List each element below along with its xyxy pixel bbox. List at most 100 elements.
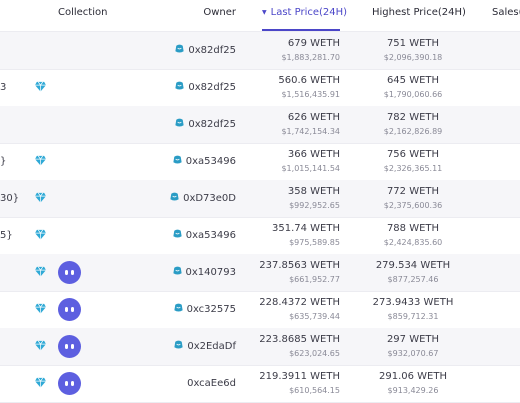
owner-address-text: 0xa53496: [185, 230, 236, 241]
highest-price-usd: $2,424,835.60: [383, 238, 443, 247]
highest-price-weth: 788 WETH: [386, 223, 440, 234]
diamond-icon: [35, 81, 46, 92]
last-price-weth: 351.74 WETH: [271, 223, 340, 234]
highest-price-weth: 756 WETH: [386, 149, 440, 160]
last-price-weth: 219.3911 WETH: [259, 371, 340, 382]
table-row[interactable]: 0x82df25 626 WETH $1,742,154.34 782 WETH $2,…: [0, 106, 520, 144]
collection-name[interactable]: 3: [0, 69, 6, 106]
table-row[interactable]: 0x2EdaDf 223.8685 WETH $623,024.65 297 WETH…: [0, 328, 520, 366]
avatar-icon[interactable]: [58, 372, 81, 395]
owner-address[interactable]: 0xD73e0D: [169, 180, 236, 217]
collection-name[interactable]: 30}: [0, 180, 19, 217]
table-row[interactable]: 0x140793 237.8563 WETH $661,952.77 279.534 …: [0, 254, 520, 292]
last-price-weth: 626 WETH: [287, 112, 340, 123]
table-row[interactable]: 0xc32575 228.4372 WETH $635,739.44 273.9433…: [0, 291, 520, 329]
owner-address[interactable]: 0xa53496: [172, 217, 236, 254]
column-header-last-price[interactable]: ▼ Last Price(24H): [262, 0, 347, 31]
collection-name[interactable]: 5}: [0, 217, 13, 254]
highest-price-usd: $1,790,060.66: [383, 90, 443, 99]
owner-address-text: 0x82df25: [188, 119, 236, 130]
owner-icon: [172, 144, 183, 164]
owner-icon: [174, 33, 185, 53]
highest-price-usd: $859,712.31: [387, 312, 439, 321]
owner-icon: [172, 218, 183, 238]
last-price-usd: $635,739.44: [289, 312, 340, 321]
last-price-weth: 237.8563 WETH: [259, 260, 340, 271]
owner-icon: [169, 181, 180, 201]
owner-address[interactable]: 0x140793: [172, 254, 236, 291]
owner-icon: [173, 292, 184, 312]
last-price-weth: 560.6 WETH: [278, 75, 340, 86]
diamond-icon: [35, 266, 46, 277]
avatar-icon[interactable]: [58, 335, 81, 358]
table-row[interactable]: } 0xa53496 366 WETH $1,015,141.54 756 WETH $2…: [0, 143, 520, 181]
owner-icon: [174, 70, 185, 90]
highest-price-usd: $2,326,365.11: [383, 164, 443, 173]
last-price-usd: $1,883,281.70: [281, 53, 340, 62]
diamond-icon: [35, 377, 46, 388]
column-header-last-price-label: Last Price(24H): [270, 7, 348, 18]
sort-desc-icon: ▼: [262, 9, 267, 16]
last-price-weth: 223.8685 WETH: [259, 334, 340, 345]
column-header-highest-price[interactable]: Highest Price(24H): [372, 0, 466, 31]
diamond-icon: [35, 229, 46, 240]
owner-address-text: 0xc32575: [186, 304, 236, 315]
highest-price-weth: 772 WETH: [386, 186, 440, 197]
highest-price-weth: 279.534 WETH: [375, 260, 451, 271]
last-price-usd: $1,516,435.91: [281, 90, 340, 99]
column-header-collection[interactable]: Collection: [58, 0, 107, 31]
avatar-icon[interactable]: [58, 261, 81, 284]
highest-price-usd: $913,429.26: [387, 386, 439, 395]
owner-address-text: 0xcaEe6d: [187, 378, 236, 389]
last-price-weth: 358 WETH: [287, 186, 340, 197]
last-price-usd: $623,024.65: [289, 349, 340, 358]
owner-icon: [174, 107, 185, 127]
diamond-icon: [35, 340, 46, 351]
column-header-sales[interactable]: Sales(: [492, 0, 520, 31]
owner-address[interactable]: 0x82df25: [174, 69, 236, 106]
highest-price-weth: 273.9433 WETH: [372, 297, 454, 308]
owner-address[interactable]: 0xc32575: [173, 291, 236, 328]
last-price-weth: 228.4372 WETH: [259, 297, 340, 308]
owner-address[interactable]: 0x82df25: [174, 32, 236, 69]
owner-address[interactable]: 0x2EdaDf: [173, 328, 236, 365]
table-row[interactable]: 30} 0xD73e0D 358 WETH $992,952.65 772 WETH $2…: [0, 180, 520, 218]
highest-price-usd: $2,375,600.36: [383, 201, 443, 210]
owner-icon: [172, 255, 183, 275]
owner-address-text: 0x140793: [185, 267, 236, 278]
last-price-usd: $610,564.15: [289, 386, 340, 395]
column-header-owner[interactable]: Owner: [203, 0, 236, 31]
table-row[interactable]: 0x82df25 679 WETH $1,883,281.70 751 WETH $2,…: [0, 32, 520, 70]
owner-address-text: 0xD73e0D: [183, 193, 236, 204]
owner-icon: [173, 329, 184, 349]
highest-price-usd: $2,162,826.89: [383, 127, 443, 136]
highest-price-weth: 297 WETH: [386, 334, 440, 345]
highest-price-weth: 645 WETH: [386, 75, 440, 86]
table-header: Collection Owner ▼ Last Price(24H) Highes…: [0, 0, 520, 32]
table-row[interactable]: 0xcaEe6d 219.3911 WETH $610,564.15 291.06 W…: [0, 365, 520, 403]
highest-price-weth: 291.06 WETH: [378, 371, 447, 382]
diamond-icon: [35, 155, 46, 166]
last-price-usd: $661,952.77: [289, 275, 340, 284]
table-row[interactable]: 5} 0xa53496 351.74 WETH $975,589.85 788 WETH…: [0, 217, 520, 255]
owner-address[interactable]: 0xa53496: [172, 143, 236, 180]
last-price-usd: $1,742,154.34: [281, 127, 340, 136]
highest-price-usd: $877,257.46: [387, 275, 439, 284]
owner-address-text: 0x82df25: [188, 45, 236, 56]
collection-name[interactable]: }: [0, 143, 6, 180]
owner-address[interactable]: 0x82df25: [174, 106, 236, 143]
owner-address-text: 0x2EdaDf: [187, 341, 236, 352]
table-row[interactable]: 3 0x82df25 560.6 WETH $1,516,435.91 645 WETH…: [0, 69, 520, 107]
highest-price-weth: 751 WETH: [386, 38, 440, 49]
highest-price-usd: $2,096,390.18: [383, 53, 443, 62]
owner-address-text: 0x82df25: [188, 82, 236, 93]
diamond-icon: [35, 192, 46, 203]
last-price-usd: $1,015,141.54: [281, 164, 340, 173]
last-price-weth: 366 WETH: [287, 149, 340, 160]
last-price-weth: 679 WETH: [287, 38, 340, 49]
last-price-usd: $992,952.65: [289, 201, 340, 210]
highest-price-weth: 782 WETH: [386, 112, 440, 123]
owner-address[interactable]: 0xcaEe6d: [187, 365, 236, 402]
avatar-icon[interactable]: [58, 298, 81, 321]
owner-address-text: 0xa53496: [185, 156, 236, 167]
